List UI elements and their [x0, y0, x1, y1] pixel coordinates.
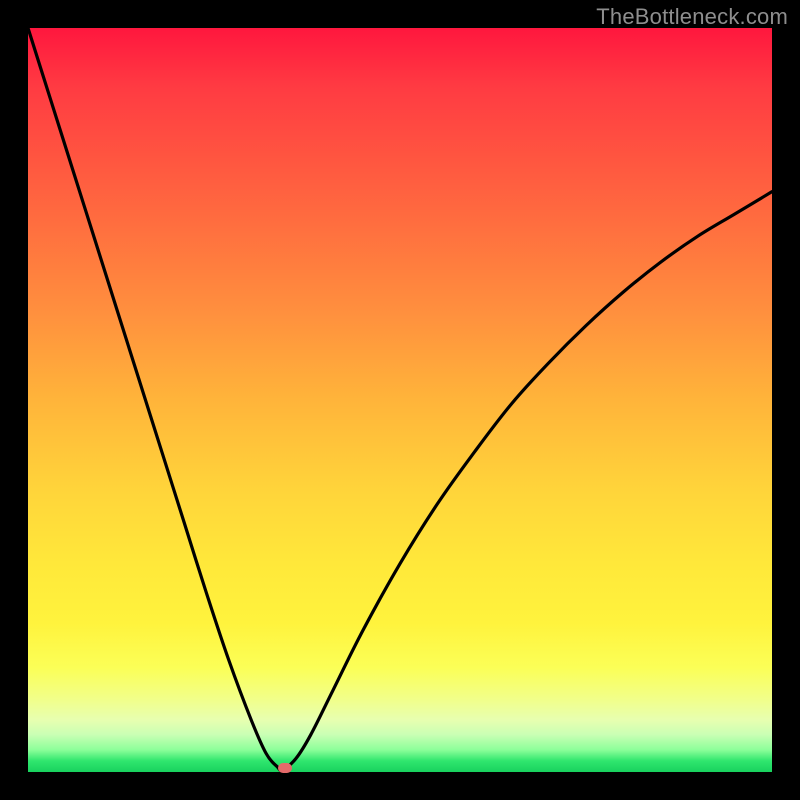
bottleneck-curve [28, 28, 772, 770]
plot-area [28, 28, 772, 772]
minimum-marker [278, 763, 292, 773]
curve-svg [28, 28, 772, 772]
watermark-text: TheBottleneck.com [596, 4, 788, 30]
chart-frame: TheBottleneck.com [0, 0, 800, 800]
